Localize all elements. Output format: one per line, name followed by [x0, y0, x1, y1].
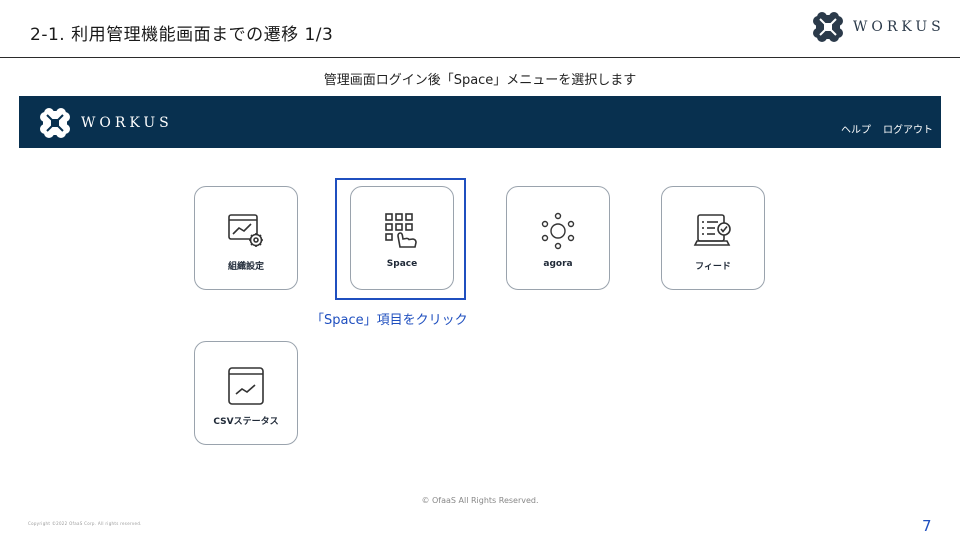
space-highlight-box [335, 178, 466, 300]
clover-logo-icon [40, 108, 70, 138]
checklist-monitor-icon [693, 214, 731, 246]
tile-feed[interactable]: フィード [661, 186, 765, 290]
slide-title: 2-1. 利用管理機能画面までの遷移 1/3 [30, 25, 334, 45]
app-nav: ヘルプ ログアウト [841, 121, 933, 136]
tile-label: agora [543, 259, 573, 269]
header-divider [0, 57, 960, 58]
click-instruction: 「Space」項目をクリック [311, 313, 468, 328]
slide-caption: 管理画面ログイン後「Space」メニューを選択します [323, 73, 637, 88]
app-brand-text: WORKUS [81, 115, 173, 131]
app-footer-copyright: © OfaaS All Rights Reserved. [421, 496, 539, 505]
tile-label: CSVステータス [213, 417, 279, 427]
settings-window-icon [228, 214, 263, 247]
tile-organization-settings[interactable]: 組織設定 [194, 186, 298, 290]
brand-text: WORKUS [853, 19, 945, 35]
sun-icon [541, 212, 575, 250]
logout-link[interactable]: ログアウト [883, 121, 933, 136]
slide-copyright: Copyright ©2022 OfaaS Corp. All rights r… [28, 521, 142, 526]
workus-brand: WORKUS [812, 11, 945, 43]
tile-csv-status[interactable]: CSVステータス [194, 341, 298, 445]
tile-label: 組織設定 [227, 262, 264, 272]
tile-agora[interactable]: agora [506, 186, 610, 290]
help-link[interactable]: ヘルプ [841, 121, 871, 136]
page-number: 7 [922, 517, 932, 535]
clover-logo-icon [813, 12, 843, 42]
app-header: WORKUS ヘルプ ログアウト [19, 96, 941, 148]
tile-label: フィード [695, 262, 731, 272]
app-logo[interactable]: WORKUS [39, 107, 173, 139]
chart-monitor-icon [228, 367, 264, 405]
